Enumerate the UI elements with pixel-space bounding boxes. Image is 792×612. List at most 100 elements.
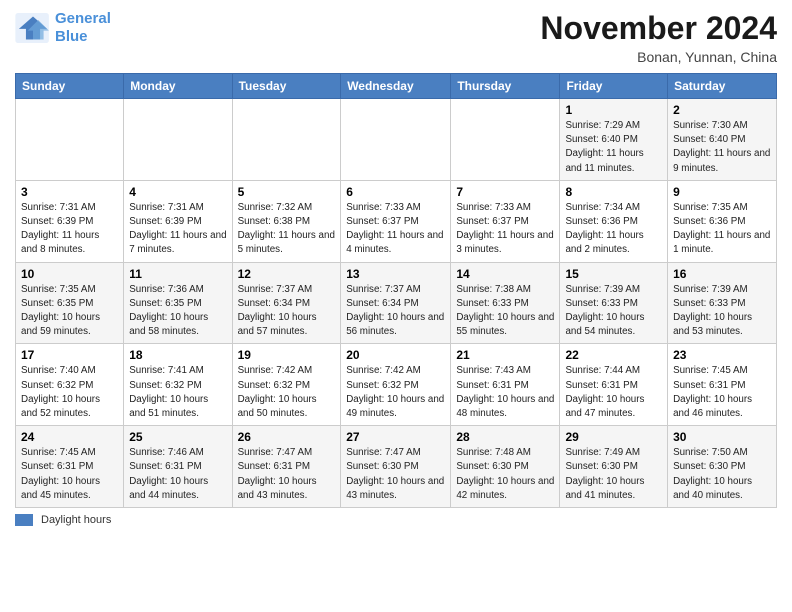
day-number: 24 — [21, 430, 118, 444]
calendar-week-row: 10 Sunrise: 7:35 AM Sunset: 6:35 PM Dayli… — [16, 262, 777, 344]
calendar-cell: 21Sunrise: 7:43 AM Sunset: 6:31 PM Dayli… — [451, 344, 560, 426]
day-number: 25 — [129, 430, 226, 444]
calendar-cell: 10 Sunrise: 7:35 AM Sunset: 6:35 PM Dayli… — [16, 262, 124, 344]
calendar-cell: 1 Sunrise: 7:29 AM Sunset: 6:40 PM Daylig… — [560, 99, 668, 181]
day-info: Sunrise: 7:33 AM Sunset: 6:37 PM Dayligh… — [456, 201, 554, 258]
day-number: 3 — [21, 185, 118, 199]
day-number: 1 — [565, 103, 662, 117]
calendar-week-row: 3 Sunrise: 7:31 AM Sunset: 6:39 PM Daylig… — [16, 180, 777, 262]
calendar-cell: 22 Sunrise: 7:44 AM Sunset: 6:31 PM Dayli… — [560, 344, 668, 426]
day-info: Sunrise: 7:35 AM Sunset: 6:35 PM Dayligh… — [21, 283, 118, 340]
day-info: Sunrise: 7:36 AM Sunset: 6:35 PM Dayligh… — [129, 283, 226, 340]
day-number: 13 — [346, 267, 445, 281]
day-number: 30 — [673, 430, 771, 444]
day-info: Sunrise: 7:44 AM Sunset: 6:31 PM Dayligh… — [565, 364, 662, 421]
logo: General Blue — [15, 10, 111, 46]
day-number: 19 — [238, 348, 336, 362]
day-info: Sunrise: 7:47 AM Sunset: 6:30 PM Dayligh… — [346, 446, 445, 503]
calendar-cell — [341, 99, 451, 181]
calendar-week-row: 17 Sunrise: 7:40 AM Sunset: 6:32 PM Dayli… — [16, 344, 777, 426]
calendar-cell: 9 Sunrise: 7:35 AM Sunset: 6:36 PM Daylig… — [668, 180, 777, 262]
day-number: 12 — [238, 267, 336, 281]
calendar-cell: 27 Sunrise: 7:47 AM Sunset: 6:30 PM Dayli… — [341, 426, 451, 508]
day-number: 26 — [238, 430, 336, 444]
day-info: Sunrise: 7:31 AM Sunset: 6:39 PM Dayligh… — [21, 201, 118, 258]
day-number: 27 — [346, 430, 445, 444]
day-info: Sunrise: 7:49 AM Sunset: 6:30 PM Dayligh… — [565, 446, 662, 503]
day-number: 11 — [129, 267, 226, 281]
weekday-header-sunday: Sunday — [16, 74, 124, 99]
calendar-cell: 13 Sunrise: 7:37 AM Sunset: 6:34 PM Dayli… — [341, 262, 451, 344]
day-number: 10 — [21, 267, 118, 281]
day-info: Sunrise: 7:50 AM Sunset: 6:30 PM Dayligh… — [673, 446, 771, 503]
weekday-header-friday: Friday — [560, 74, 668, 99]
day-info: Sunrise: 7:37 AM Sunset: 6:34 PM Dayligh… — [238, 283, 336, 340]
month-title: November 2024 — [540, 10, 777, 47]
calendar-cell: 23 Sunrise: 7:45 AM Sunset: 6:31 PM Dayli… — [668, 344, 777, 426]
calendar-cell — [124, 99, 232, 181]
day-info: Sunrise: 7:34 AM Sunset: 6:36 PM Dayligh… — [565, 201, 662, 258]
calendar-cell: 14 Sunrise: 7:38 AM Sunset: 6:33 PM Dayli… — [451, 262, 560, 344]
daylight-label: Daylight hours — [41, 514, 111, 526]
day-number: 15 — [565, 267, 662, 281]
day-number: 18 — [129, 348, 226, 362]
day-info: Sunrise: 7:33 AM Sunset: 6:37 PM Dayligh… — [346, 201, 445, 258]
calendar-cell: 26 Sunrise: 7:47 AM Sunset: 6:31 PM Dayli… — [232, 426, 341, 508]
day-info: Sunrise: 7:42 AM Sunset: 6:32 PM Dayligh… — [346, 364, 445, 421]
day-number: 22 — [565, 348, 662, 362]
day-info: Sunrise: 7:31 AM Sunset: 6:39 PM Dayligh… — [129, 201, 226, 258]
title-block: November 2024 Bonan, Yunnan, China — [540, 10, 777, 65]
calendar-cell: 7 Sunrise: 7:33 AM Sunset: 6:37 PM Daylig… — [451, 180, 560, 262]
calendar-cell: 19Sunrise: 7:42 AM Sunset: 6:32 PM Dayli… — [232, 344, 341, 426]
day-info: Sunrise: 7:29 AM Sunset: 6:40 PM Dayligh… — [565, 119, 662, 176]
day-number: 17 — [21, 348, 118, 362]
logo-icon — [15, 13, 51, 43]
day-info: Sunrise: 7:35 AM Sunset: 6:36 PM Dayligh… — [673, 201, 771, 258]
logo-text: General Blue — [55, 10, 111, 46]
day-number: 29 — [565, 430, 662, 444]
logo-general: General — [55, 10, 111, 27]
day-info: Sunrise: 7:39 AM Sunset: 6:33 PM Dayligh… — [565, 283, 662, 340]
calendar-cell: 25 Sunrise: 7:46 AM Sunset: 6:31 PM Dayli… — [124, 426, 232, 508]
day-number: 28 — [456, 430, 554, 444]
calendar-cell — [451, 99, 560, 181]
day-info: Sunrise: 7:46 AM Sunset: 6:31 PM Dayligh… — [129, 446, 226, 503]
calendar-cell: 20Sunrise: 7:42 AM Sunset: 6:32 PM Dayli… — [341, 344, 451, 426]
day-number: 2 — [673, 103, 771, 117]
calendar-cell: 8Sunrise: 7:34 AM Sunset: 6:36 PM Daylig… — [560, 180, 668, 262]
weekday-header-wednesday: Wednesday — [341, 74, 451, 99]
day-info: Sunrise: 7:47 AM Sunset: 6:31 PM Dayligh… — [238, 446, 336, 503]
day-info: Sunrise: 7:45 AM Sunset: 6:31 PM Dayligh… — [673, 364, 771, 421]
day-number: 5 — [238, 185, 336, 199]
day-number: 14 — [456, 267, 554, 281]
weekday-header-tuesday: Tuesday — [232, 74, 341, 99]
day-info: Sunrise: 7:38 AM Sunset: 6:33 PM Dayligh… — [456, 283, 554, 340]
calendar-cell: 12 Sunrise: 7:37 AM Sunset: 6:34 PM Dayli… — [232, 262, 341, 344]
calendar-cell: 11 Sunrise: 7:36 AM Sunset: 6:35 PM Dayli… — [124, 262, 232, 344]
calendar-cell: 16Sunrise: 7:39 AM Sunset: 6:33 PM Dayli… — [668, 262, 777, 344]
day-info: Sunrise: 7:40 AM Sunset: 6:32 PM Dayligh… — [21, 364, 118, 421]
calendar-cell: 15 Sunrise: 7:39 AM Sunset: 6:33 PM Dayli… — [560, 262, 668, 344]
day-number: 23 — [673, 348, 771, 362]
calendar-cell: 2 Sunrise: 7:30 AM Sunset: 6:40 PM Daylig… — [668, 99, 777, 181]
day-number: 21 — [456, 348, 554, 362]
daylight-bar-icon — [15, 514, 33, 526]
day-number: 4 — [129, 185, 226, 199]
calendar-cell: 6 Sunrise: 7:33 AM Sunset: 6:37 PM Daylig… — [341, 180, 451, 262]
calendar-cell: 4 Sunrise: 7:31 AM Sunset: 6:39 PM Daylig… — [124, 180, 232, 262]
calendar-cell — [16, 99, 124, 181]
weekday-header-row: SundayMondayTuesdayWednesdayThursdayFrid… — [16, 74, 777, 99]
day-number: 9 — [673, 185, 771, 199]
weekday-header-thursday: Thursday — [451, 74, 560, 99]
day-info: Sunrise: 7:30 AM Sunset: 6:40 PM Dayligh… — [673, 119, 771, 176]
location: Bonan, Yunnan, China — [540, 49, 777, 65]
day-number: 6 — [346, 185, 445, 199]
day-info: Sunrise: 7:45 AM Sunset: 6:31 PM Dayligh… — [21, 446, 118, 503]
calendar-cell: 17 Sunrise: 7:40 AM Sunset: 6:32 PM Dayli… — [16, 344, 124, 426]
calendar-week-row: 1 Sunrise: 7:29 AM Sunset: 6:40 PM Daylig… — [16, 99, 777, 181]
day-number: 7 — [456, 185, 554, 199]
day-info: Sunrise: 7:37 AM Sunset: 6:34 PM Dayligh… — [346, 283, 445, 340]
calendar-week-row: 24 Sunrise: 7:45 AM Sunset: 6:31 PM Dayli… — [16, 426, 777, 508]
day-info: Sunrise: 7:41 AM Sunset: 6:32 PM Dayligh… — [129, 364, 226, 421]
page: General Blue November 2024 Bonan, Yunnan… — [0, 0, 792, 536]
